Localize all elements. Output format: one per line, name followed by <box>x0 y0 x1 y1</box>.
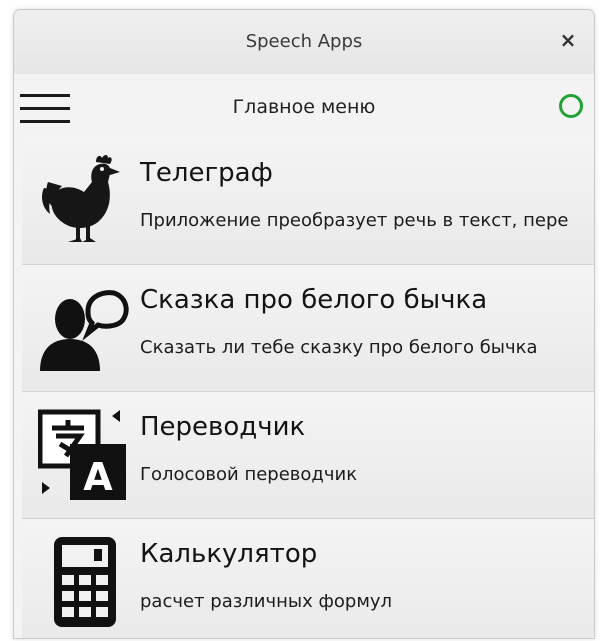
item-subtitle: Приложение преобразует речь в текст, пер… <box>140 210 569 231</box>
list-item-calculator[interactable]: Калькулятор расчет различных формул <box>22 519 594 638</box>
svg-text:A: A <box>83 455 113 499</box>
person-speech-icon <box>40 290 129 371</box>
list-item-telegraph[interactable]: Телеграф Приложение преобразует речь в т… <box>22 138 594 265</box>
close-button[interactable]: × <box>556 28 580 52</box>
item-subtitle: Голосовой переводчик <box>140 464 358 485</box>
app-window: Speech Apps × Главное меню Телеграф Прил… <box>13 9 595 639</box>
window-title: Speech Apps <box>245 31 363 52</box>
item-title: Сказка про белого бычка <box>140 285 488 315</box>
toolbar: Главное меню <box>14 74 594 138</box>
list-item-fairy-tale[interactable]: Сказка про белого бычка Сказать ли тебе … <box>22 265 594 392</box>
item-title: Переводчик <box>140 412 306 442</box>
item-subtitle: расчет различных формул <box>140 591 393 612</box>
item-title: Калькулятор <box>140 539 318 569</box>
chicken-icon <box>42 155 120 242</box>
status-circle-icon <box>559 94 583 118</box>
window-titlebar[interactable]: Speech Apps × <box>14 10 594 74</box>
list-item-translator[interactable]: A Переводчик Голосовой переводчик <box>22 392 594 519</box>
toolbar-title: Главное меню <box>232 96 376 118</box>
calculator-icon <box>54 537 116 627</box>
item-subtitle: Сказать ли тебе сказку про белого бычка <box>140 337 538 358</box>
app-list: Телеграф Приложение преобразует речь в т… <box>22 138 594 638</box>
translate-icon: A <box>38 409 126 500</box>
item-title: Телеграф <box>140 158 273 188</box>
